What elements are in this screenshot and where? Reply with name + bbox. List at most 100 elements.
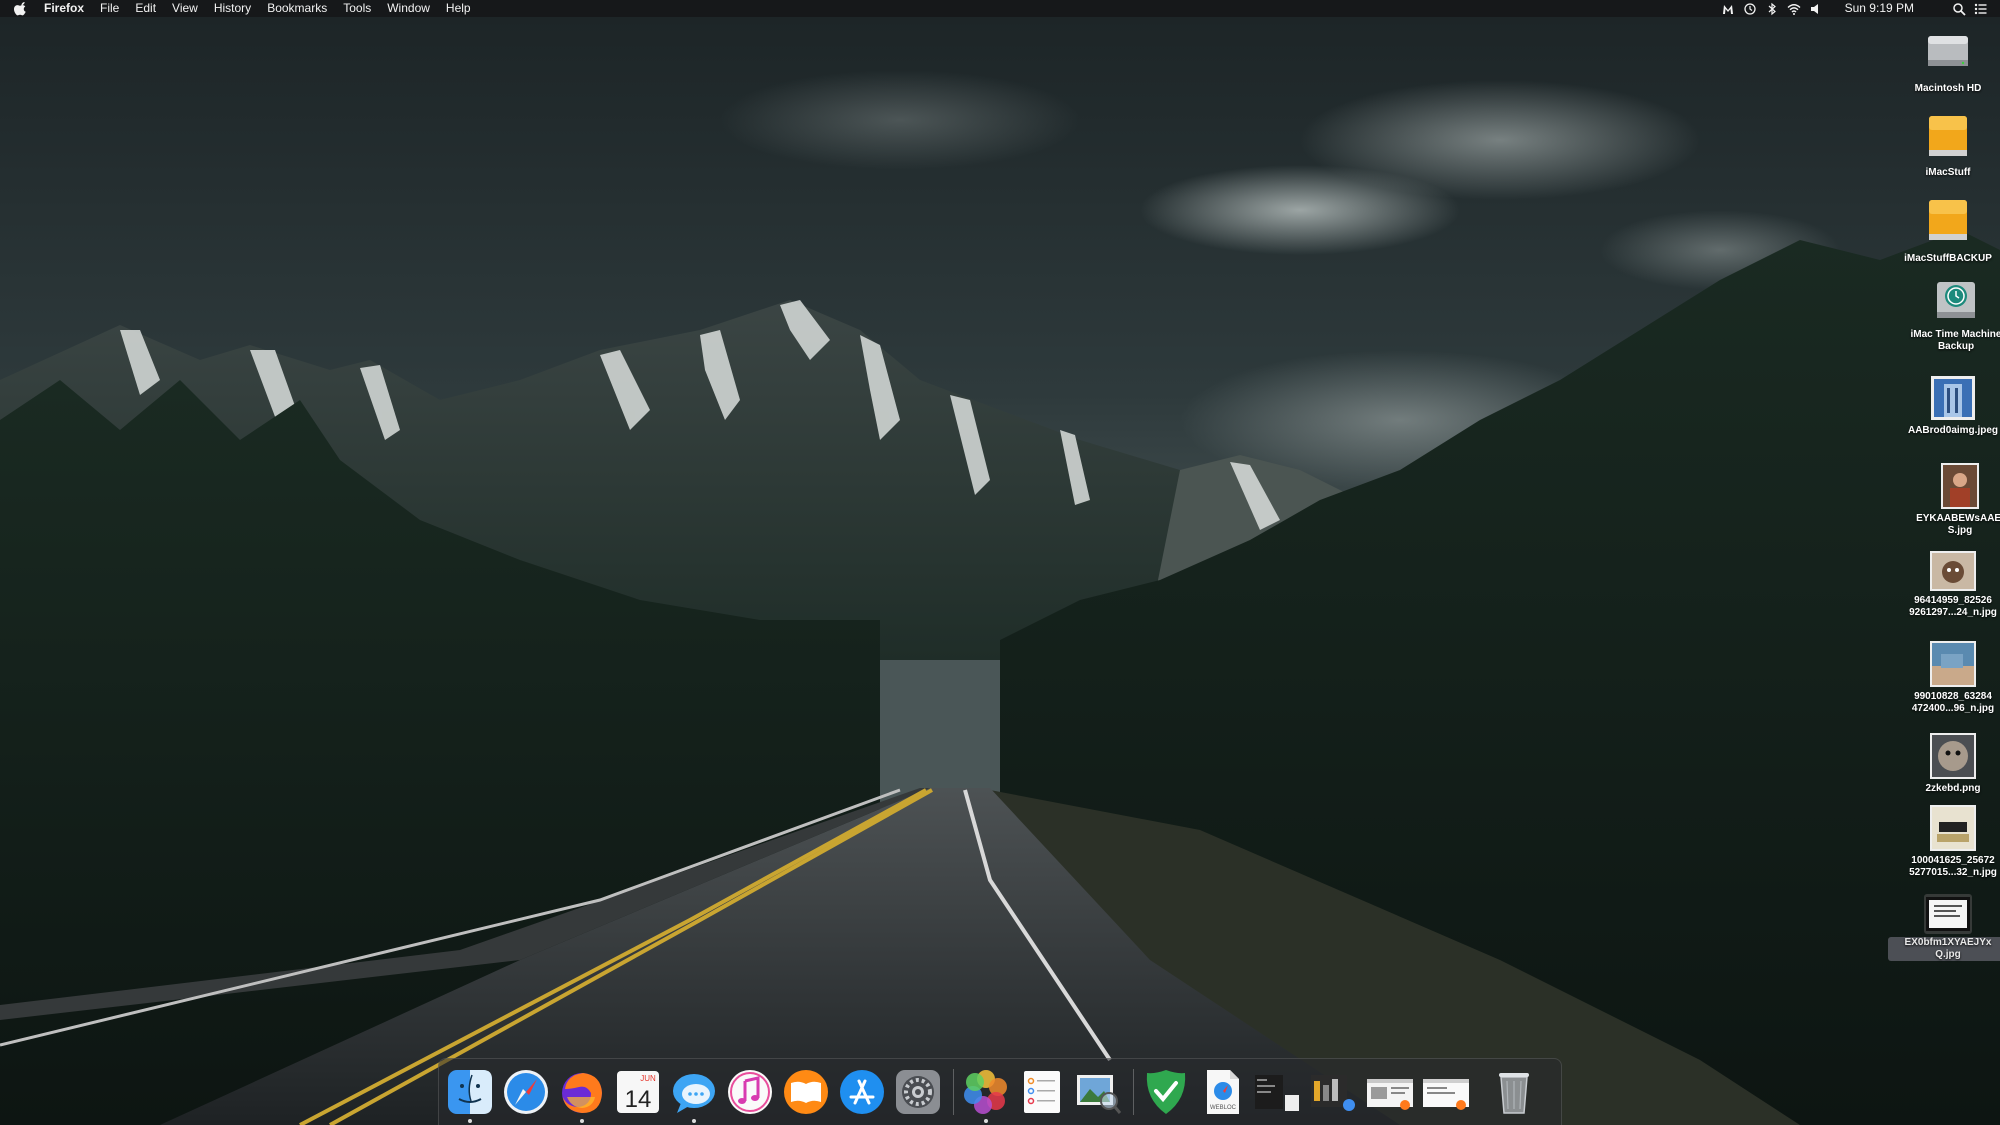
- dock-separator: [1133, 1069, 1134, 1115]
- running-indicator: [692, 1119, 696, 1123]
- minimized-window-thumbnail: [1423, 1079, 1469, 1110]
- desktop-icon-image-7-selected[interactable]: EX0bfm1XYAEJYx Q.jpg: [1888, 894, 2000, 961]
- dock-itunes[interactable]: [725, 1067, 775, 1117]
- dock-firefox[interactable]: [557, 1067, 607, 1123]
- time-machine-icon[interactable]: [1743, 2, 1757, 16]
- desktop-icon-label: iMacStuffBACKUP: [1904, 253, 1992, 264]
- dock-minimized-window-2[interactable]: [1309, 1067, 1359, 1117]
- calendar-month: JUN: [640, 1074, 656, 1083]
- volume-icon[interactable]: [1809, 2, 1823, 16]
- menu-file[interactable]: File: [92, 0, 127, 17]
- desktop-icon-label: 100041625_25672 5277015...32_n.jpg: [1909, 855, 1997, 878]
- books-icon: [784, 1070, 828, 1114]
- menu-app-firefox[interactable]: Firefox: [36, 0, 92, 17]
- desktop-icon-label: AABrod0aimg.jpeg: [1907, 425, 1998, 436]
- dock-finder[interactable]: [445, 1067, 495, 1123]
- desktop-icon-label: 2zkebd.png: [1925, 783, 1981, 794]
- time-machine-drive-icon: [1937, 282, 1975, 318]
- app-store-icon: [840, 1070, 884, 1114]
- image-thumbnail: [1930, 805, 1976, 851]
- desktop-icon-label-selected: EX0bfm1XYAEJYx Q.jpg: [1888, 937, 2000, 961]
- image-thumbnail: [1930, 733, 1976, 779]
- desktop-icon-label: EYKAABEWsAAEl S.jpg: [1916, 513, 2000, 536]
- dock-minimized-window-1[interactable]: [1253, 1067, 1303, 1117]
- menu-bar: Firefox File Edit View History Bookmarks…: [0, 0, 2000, 17]
- running-indicator: [580, 1119, 584, 1123]
- desktop-icon-imacstuffbackup[interactable]: iMacStuffBACKUP: [1888, 194, 2000, 265]
- dock-reminders[interactable]: [1017, 1067, 1067, 1117]
- desktop-icon-macintosh-hd[interactable]: Macintosh HD: [1888, 24, 2000, 95]
- desktop-icon-label: 96414959_82526 9261297...24_n.jpg: [1909, 595, 1997, 618]
- preview-icon: [1077, 1075, 1122, 1114]
- menubar-clock[interactable]: Sun 9:19 PM: [1827, 0, 1948, 17]
- image-thumbnail: [1930, 551, 1976, 591]
- desktop-icon-label: iMacStuff: [1925, 167, 1971, 178]
- image-thumbnail: [1930, 641, 1976, 687]
- spotlight-icon[interactable]: [1952, 2, 1966, 16]
- menu-history[interactable]: History: [206, 0, 259, 17]
- dock-webloc-file[interactable]: WEBLOC: [1197, 1067, 1247, 1117]
- dock-calendar[interactable]: JUN 14: [613, 1067, 663, 1117]
- calendar-icon: JUN 14: [617, 1071, 659, 1113]
- calendar-day: 14: [625, 1086, 652, 1113]
- image-thumbnail: [1931, 376, 1975, 420]
- notification-center-icon[interactable]: [1974, 2, 1988, 16]
- desktop-wallpaper: [0, 0, 2000, 1125]
- minimized-window-thumbnail: [1367, 1079, 1413, 1110]
- trash-icon: [1499, 1073, 1529, 1114]
- hard-drive-icon: [1928, 36, 1968, 66]
- itunes-icon: [728, 1070, 772, 1114]
- dock-safari[interactable]: [501, 1067, 551, 1117]
- wifi-icon[interactable]: [1787, 2, 1801, 16]
- messages-icon: [673, 1074, 715, 1113]
- firefox-icon: [562, 1073, 602, 1113]
- dock-photos[interactable]: [961, 1067, 1011, 1123]
- desktop-icon-label: Macintosh HD: [1914, 83, 1982, 94]
- running-indicator: [468, 1119, 472, 1123]
- menu-window[interactable]: Window: [379, 0, 438, 17]
- dock-preview[interactable]: [1073, 1067, 1123, 1117]
- dock-system-preferences[interactable]: [893, 1067, 943, 1117]
- menu-edit[interactable]: Edit: [127, 0, 164, 17]
- menu-help[interactable]: Help: [438, 0, 479, 17]
- finder-icon: [448, 1070, 492, 1114]
- desktop-icon-imacstuff[interactable]: iMacStuff: [1888, 108, 2000, 179]
- desktop-icon-image-6[interactable]: 100041625_25672 5277015...32_n.jpg: [1893, 804, 2000, 879]
- dock-trash[interactable]: [1489, 1067, 1539, 1117]
- adguard-shield-icon: [1146, 1070, 1186, 1114]
- external-drive-icon: [1929, 200, 1967, 240]
- safari-icon: [504, 1070, 548, 1114]
- image-thumbnail: [1941, 463, 1979, 509]
- desktop-icon-image-2[interactable]: EYKAABEWsAAEl S.jpg: [1900, 462, 2000, 537]
- minimized-window-thumbnail: [1311, 1075, 1355, 1111]
- minimized-window-thumbnail: [1255, 1075, 1299, 1111]
- webloc-label: WEBLOC: [1210, 1105, 1237, 1111]
- desktop-icon-label: iMac Time Machine Backup: [1910, 329, 2000, 352]
- dock-books[interactable]: [781, 1067, 831, 1117]
- running-indicator: [984, 1119, 988, 1123]
- webloc-file-icon: WEBLOC: [1207, 1070, 1239, 1114]
- menu-bookmarks[interactable]: Bookmarks: [259, 0, 335, 17]
- desktop-icon-image-1[interactable]: AABrod0aimg.jpeg: [1893, 374, 2000, 437]
- desktop-icon-image-3[interactable]: 96414959_82526 9261297...24_n.jpg: [1893, 550, 2000, 619]
- dock-app-store[interactable]: [837, 1067, 887, 1117]
- photos-icon: [964, 1070, 1007, 1114]
- desktop-icon-imac-time-machine-backup[interactable]: iMac Time Machine Backup: [1896, 276, 2000, 353]
- reminders-icon: [1024, 1071, 1060, 1113]
- desktop-icon-label: 99010828_63284 472400...96_n.jpg: [1911, 691, 1995, 714]
- bluetooth-icon[interactable]: [1765, 2, 1779, 16]
- dock-minimized-window-3[interactable]: [1365, 1067, 1415, 1117]
- desktop-icon-image-5[interactable]: 2zkebd.png: [1893, 732, 2000, 795]
- image-thumbnail: [1924, 894, 1972, 934]
- apple-menu-icon[interactable]: [14, 1, 28, 16]
- menu-view[interactable]: View: [164, 0, 206, 17]
- dock-messages[interactable]: [669, 1067, 719, 1123]
- desktop-icon-image-4[interactable]: 99010828_63284 472400...96_n.jpg: [1893, 640, 2000, 715]
- dock-adguard[interactable]: [1141, 1067, 1191, 1117]
- external-drive-icon: [1929, 116, 1967, 156]
- dock: JUN 14 WEBLOC: [438, 1058, 1562, 1125]
- dock-separator: [953, 1069, 954, 1115]
- menu-tools[interactable]: Tools: [335, 0, 379, 17]
- malwarebytes-icon[interactable]: [1721, 2, 1735, 16]
- dock-minimized-window-4[interactable]: [1421, 1067, 1471, 1117]
